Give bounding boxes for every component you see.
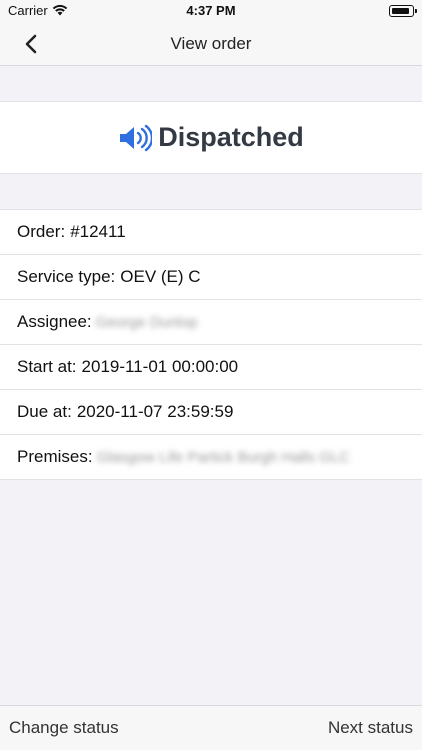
order-status-label: Dispatched [158, 122, 304, 152]
change-status-button[interactable]: Change status [9, 718, 119, 738]
order-number-row: Order: #12411 [0, 210, 422, 255]
speaker-icon [120, 124, 153, 151]
bottom-toolbar: Change status Next status [0, 705, 422, 750]
start-at-value: 2019-11-01 00:00:00 [81, 357, 239, 376]
due-at-row: Due at: 2020-11-07 23:59:59 [0, 390, 422, 435]
assignee-row: Assignee: George Dunlop [0, 300, 422, 345]
status-bar: Carrier 4:37 PM [0, 0, 422, 22]
row-label: Service type: [17, 267, 116, 286]
row-label: Due at: [17, 402, 72, 421]
page-title: View order [170, 34, 252, 53]
battery-icon [389, 5, 417, 17]
row-label: Order: [17, 222, 66, 241]
assignee-value-redacted: George Dunlop [95, 313, 198, 331]
service-type-value: OEV (E) C [120, 267, 201, 286]
row-label: Start at: [17, 357, 77, 376]
due-at-value: 2020-11-07 23:59:59 [76, 402, 234, 421]
row-label: Premises: [17, 447, 93, 466]
next-status-button[interactable]: Next status [328, 718, 413, 738]
start-at-row: Start at: 2019-11-01 00:00:00 [0, 345, 422, 390]
order-details-list: Order: #12411 Service type: OEV (E) C As… [0, 209, 422, 480]
navigation-bar: View order [0, 22, 422, 66]
order-number-value: #12411 [70, 222, 126, 241]
service-type-row: Service type: OEV (E) C [0, 255, 422, 300]
order-status-card: Dispatched [0, 101, 422, 174]
premises-value-redacted: Glasgow Life Partick Burgh Halls GLC [96, 448, 351, 466]
premises-row: Premises: Glasgow Life Partick Burgh Hal… [0, 435, 422, 480]
row-label: Assignee: [17, 312, 92, 331]
clock: 4:37 PM [186, 3, 236, 18]
